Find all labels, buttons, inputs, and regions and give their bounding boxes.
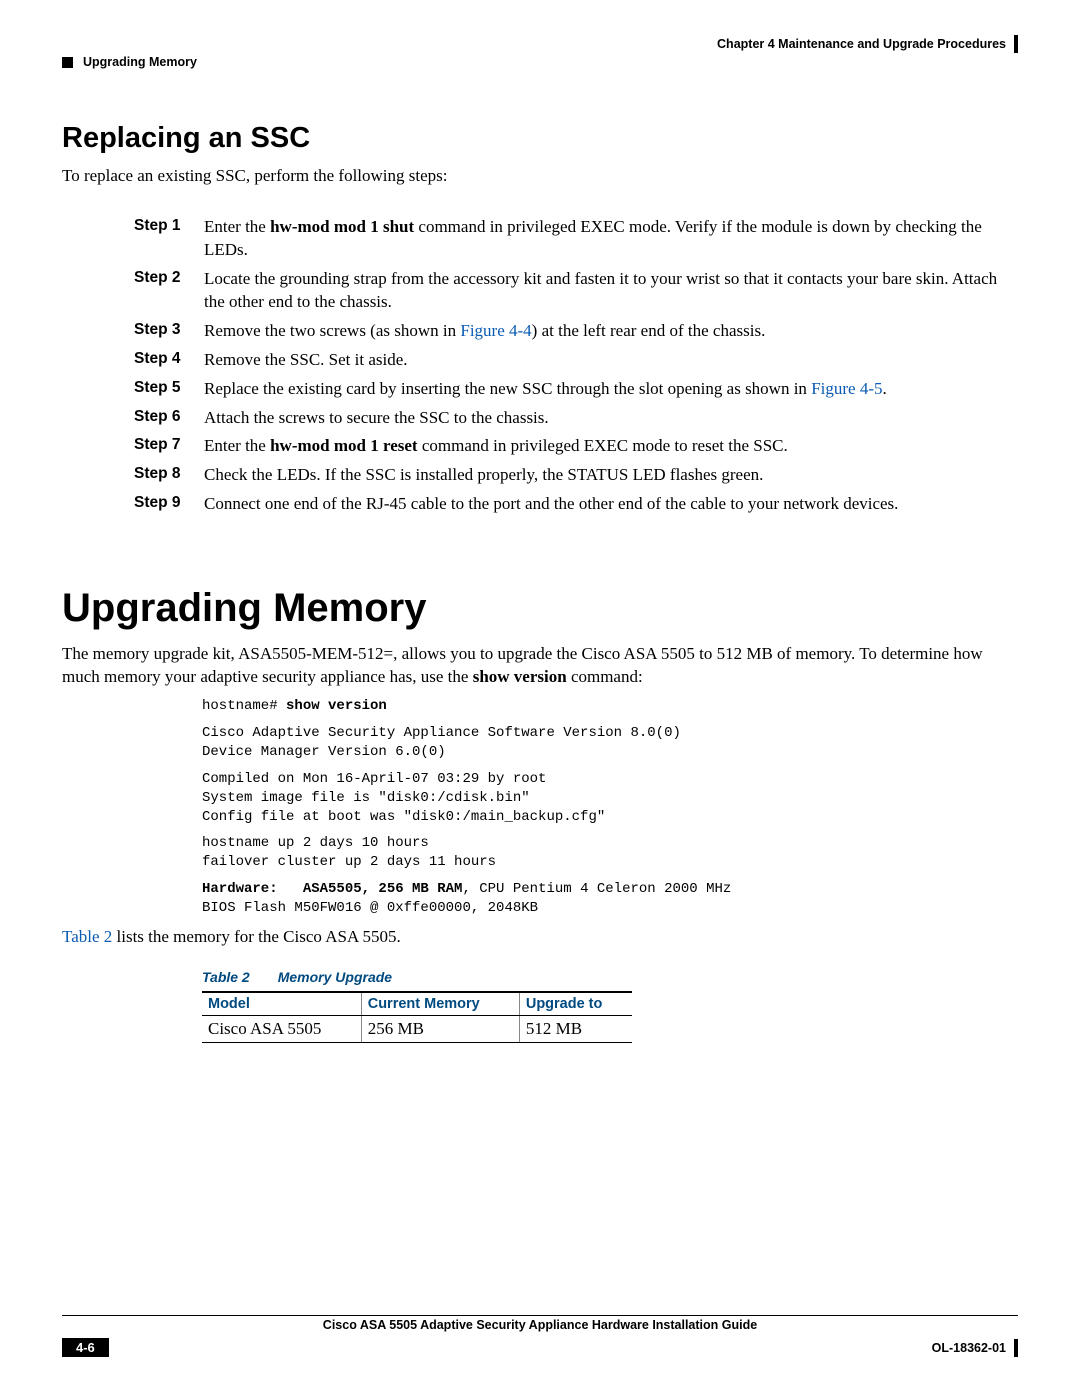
header-box-icon bbox=[62, 57, 73, 68]
chapter-label: Chapter 4 Maintenance and Upgrade Proced… bbox=[717, 37, 1006, 51]
step-label: Step 7 bbox=[134, 435, 204, 456]
step-text: Remove the two screws (as shown in Figur… bbox=[204, 320, 1018, 343]
cell-upgrade-to: 512 MB bbox=[519, 1015, 632, 1042]
figure-link[interactable]: Figure 4-5 bbox=[811, 379, 882, 398]
doc-code: OL-18362-01 bbox=[932, 1339, 1018, 1357]
memory-table-wrap: Model Current Memory Upgrade to Cisco AS… bbox=[202, 991, 1018, 1043]
col-current-memory: Current Memory bbox=[361, 992, 519, 1016]
step-label: Step 3 bbox=[134, 320, 204, 341]
content: Replacing an SSC To replace an existing … bbox=[62, 122, 1018, 1043]
step-label: Step 1 bbox=[134, 216, 204, 237]
cli-output: Compiled on Mon 16-April-07 03:29 by roo… bbox=[202, 770, 1018, 827]
step-row: Step 2 Locate the grounding strap from t… bbox=[62, 268, 1018, 314]
header-left: Upgrading Memory bbox=[62, 55, 197, 69]
table-header-row: Model Current Memory Upgrade to bbox=[202, 992, 632, 1016]
step-text: Connect one end of the RJ-45 cable to th… bbox=[204, 493, 1018, 516]
upgrading-intro: The memory upgrade kit, ASA5505-MEM-512=… bbox=[62, 643, 1018, 689]
step-row: Step 1 Enter the hw-mod mod 1 shut comma… bbox=[62, 216, 1018, 262]
step-label: Step 2 bbox=[134, 268, 204, 289]
footer-row: 4-6 OL-18362-01 bbox=[62, 1338, 1018, 1357]
step-row: Step 6 Attach the screws to secure the S… bbox=[62, 407, 1018, 430]
table-ref: Table 2 lists the memory for the Cisco A… bbox=[62, 926, 1018, 949]
cli-command: hostname# show version bbox=[202, 697, 1018, 716]
cli-block: hostname# show version Cisco Adaptive Se… bbox=[202, 697, 1018, 918]
cli-output: hostname up 2 days 10 hours failover clu… bbox=[202, 834, 1018, 872]
step-row: Step 4 Remove the SSC. Set it aside. bbox=[62, 349, 1018, 372]
step-label: Step 8 bbox=[134, 464, 204, 485]
section-heading-replacing-ssc: Replacing an SSC bbox=[62, 122, 1018, 155]
step-text: Locate the grounding strap from the acce… bbox=[204, 268, 1018, 314]
step-text: Replace the existing card by inserting t… bbox=[204, 378, 1018, 401]
steps-list: Step 1 Enter the hw-mod mod 1 shut comma… bbox=[62, 216, 1018, 516]
table-caption: Table 2Memory Upgrade bbox=[202, 969, 1018, 985]
page-root: Chapter 4 Maintenance and Upgrade Proced… bbox=[0, 0, 1080, 1397]
figure-link[interactable]: Figure 4-4 bbox=[460, 321, 531, 340]
footer-bar-icon bbox=[1014, 1339, 1018, 1357]
section-heading-upgrading-memory: Upgrading Memory bbox=[62, 586, 1018, 631]
footer-guide-title: Cisco ASA 5505 Adaptive Security Applian… bbox=[62, 1318, 1018, 1332]
topic-label: Upgrading Memory bbox=[83, 55, 197, 69]
cell-current-memory: 256 MB bbox=[361, 1015, 519, 1042]
step-text: Check the LEDs. If the SSC is installed … bbox=[204, 464, 1018, 487]
step-label: Step 4 bbox=[134, 349, 204, 370]
step-label: Step 9 bbox=[134, 493, 204, 514]
step-row: Step 7 Enter the hw-mod mod 1 reset comm… bbox=[62, 435, 1018, 458]
footer-rule bbox=[62, 1315, 1018, 1316]
step-text: Enter the hw-mod mod 1 reset command in … bbox=[204, 435, 1018, 458]
step-row: Step 5 Replace the existing card by inse… bbox=[62, 378, 1018, 401]
memory-table: Model Current Memory Upgrade to Cisco AS… bbox=[202, 991, 632, 1043]
footer: Cisco ASA 5505 Adaptive Security Applian… bbox=[62, 1315, 1018, 1357]
table-row: Cisco ASA 5505 256 MB 512 MB bbox=[202, 1015, 632, 1042]
intro-text: To replace an existing SSC, perform the … bbox=[62, 165, 1018, 188]
step-row: Step 8 Check the LEDs. If the SSC is ins… bbox=[62, 464, 1018, 487]
col-model: Model bbox=[202, 992, 361, 1016]
cli-output: Cisco Adaptive Security Appliance Softwa… bbox=[202, 724, 1018, 762]
col-upgrade-to: Upgrade to bbox=[519, 992, 632, 1016]
step-text: Attach the screws to secure the SSC to t… bbox=[204, 407, 1018, 430]
step-text: Remove the SSC. Set it aside. bbox=[204, 349, 1018, 372]
cell-model: Cisco ASA 5505 bbox=[202, 1015, 361, 1042]
cli-output: Hardware: ASA5505, 256 MB RAM, CPU Penti… bbox=[202, 880, 1018, 918]
header-right: Chapter 4 Maintenance and Upgrade Proced… bbox=[717, 35, 1018, 53]
step-label: Step 5 bbox=[134, 378, 204, 399]
step-row: Step 3 Remove the two screws (as shown i… bbox=[62, 320, 1018, 343]
page-number: 4-6 bbox=[62, 1338, 109, 1357]
table-link[interactable]: Table 2 bbox=[62, 927, 112, 946]
step-row: Step 9 Connect one end of the RJ-45 cabl… bbox=[62, 493, 1018, 516]
header-bar-icon bbox=[1014, 35, 1018, 53]
step-text: Enter the hw-mod mod 1 shut command in p… bbox=[204, 216, 1018, 262]
step-label: Step 6 bbox=[134, 407, 204, 428]
